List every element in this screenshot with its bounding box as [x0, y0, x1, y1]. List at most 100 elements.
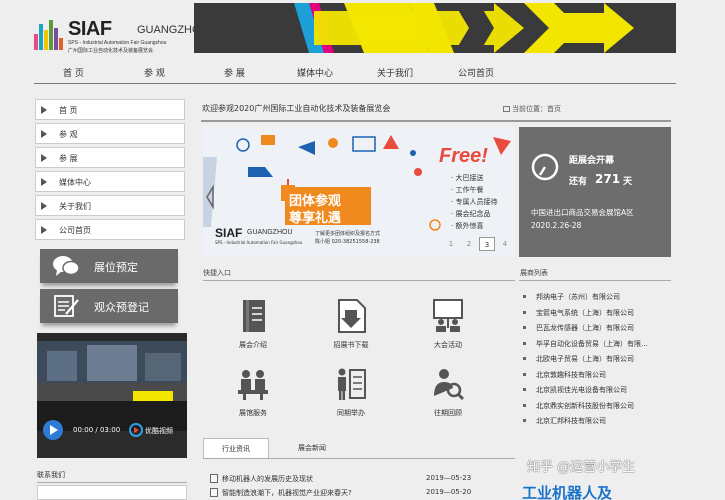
- exhibitor-list-item[interactable]: 北京凯视佳光电设备有限公司: [522, 383, 672, 398]
- countdown-panel: 距展会开幕 还有 271 天 中国进出口商品交易会展馆A区 2020.2.26-…: [519, 127, 671, 257]
- tab-industry-news[interactable]: 行业资讯: [203, 438, 269, 458]
- quick-link-label: 展馆服务: [239, 409, 267, 417]
- visitor-registration-label: 观众预登记: [94, 301, 149, 314]
- siaf-logo[interactable]: SIAF GUANGZHOU SPS - Industrial Automati…: [34, 18, 209, 56]
- countdown-dates: 2020.2.26-28: [531, 221, 582, 230]
- divider: [203, 458, 515, 459]
- divider: [201, 120, 671, 122]
- countdown-venue: 中国进出口商品交易会展馆A区: [531, 208, 634, 217]
- arrow-right-icon: [41, 178, 47, 186]
- news-list-item[interactable]: 移动机器人的发展历史及现状 2019—05-23: [210, 472, 478, 486]
- quick-link-label: 大会活动: [434, 341, 462, 349]
- booth-booking-button[interactable]: 展位预定: [40, 249, 178, 283]
- exhibitor-name: 北京敦趣科技有限公司: [536, 371, 606, 379]
- nav-exhibit[interactable]: 参 展: [224, 66, 245, 79]
- countdown-unit: 天: [623, 177, 633, 187]
- clock-icon: [531, 153, 559, 181]
- breadcrumb-label: 当前位置：: [512, 105, 547, 113]
- sidebar-item-label: 媒体中心: [59, 178, 91, 187]
- exhibitor-list-item[interactable]: 北京敦趣科技有限公司: [522, 368, 672, 383]
- quick-link-download[interactable]: 招展书下载: [316, 298, 386, 360]
- news-date: 2019—05-23: [426, 474, 472, 482]
- chat-bubbles-icon: [53, 256, 80, 276]
- news-title: 智能制造浪潮下，机器视觉产业迎来春天?: [222, 489, 352, 497]
- divider: [519, 280, 671, 281]
- quick-link-label: 展会介绍: [239, 341, 267, 349]
- tab-label: 展会新闻: [298, 444, 326, 452]
- exhibitor-name: 北京汇邦科技有限公司: [536, 417, 606, 425]
- arrow-right-icon: [41, 130, 47, 138]
- exhibitor-list-item[interactable]: 北京鼎实创新科技股份有限公司: [522, 399, 672, 414]
- sidebar-item-exhibit[interactable]: 参 展: [35, 147, 185, 168]
- countdown-prefix: 还有: [569, 177, 588, 187]
- video-brand: 优酷视频: [145, 427, 173, 435]
- exhibitor-name: 宝箭电气系统（上海）有限公司: [536, 309, 634, 317]
- news-title: 移动机器人的发展历史及现状: [222, 475, 313, 483]
- nav-media-center[interactable]: 媒体中心: [297, 66, 333, 79]
- play-icon[interactable]: [42, 419, 64, 441]
- sidebar-item-label: 关于我们: [59, 202, 91, 211]
- slider-perk: · 额外惊喜: [451, 222, 484, 230]
- exhibitor-list-item[interactable]: 北欧电子贸易（上海）有限公司: [522, 352, 672, 367]
- document-icon: [210, 488, 218, 497]
- grid-icon: [503, 106, 510, 112]
- sidebar-item-home[interactable]: 首 页: [35, 99, 185, 120]
- exhibitor-list-item[interactable]: 毕孚自动化设备贸易（上海）有限...: [522, 337, 672, 352]
- nav-company-home[interactable]: 公司首页: [458, 66, 494, 79]
- sidebar-item-media[interactable]: 媒体中心: [35, 171, 185, 192]
- quick-link-intro[interactable]: 展会介绍: [218, 298, 288, 360]
- presentation-icon: [433, 299, 463, 332]
- banner-arrow-graphic: [194, 3, 676, 53]
- promo-headline[interactable]: 工业机器人及: [522, 482, 612, 500]
- breadcrumb-home-link[interactable]: 首页: [547, 105, 561, 113]
- download-document-icon: [338, 299, 366, 333]
- arrow-right-icon: [41, 106, 47, 114]
- watermark: 知乎 @运营小学生: [527, 460, 636, 475]
- exhibitor-list-item[interactable]: 宝箭电气系统（上海）有限公司: [522, 306, 672, 321]
- quick-link-venue-service[interactable]: 展馆服务: [218, 366, 288, 428]
- nav-visit[interactable]: 参 观: [144, 66, 165, 79]
- news-list-item[interactable]: 智能制造浪潮下，机器视觉产业迎来春天? 2019—05-20: [210, 486, 478, 500]
- visitor-registration-button[interactable]: 观众预登记: [40, 289, 178, 323]
- slider-contact-1: 了解更多团体组织及报名方式: [315, 231, 381, 237]
- concurrent-events-icon: [338, 368, 366, 400]
- divider: [203, 280, 515, 281]
- exhibitor-list-item[interactable]: 邦纳电子（苏州）有限公司: [522, 290, 672, 305]
- tab-label: 行业资讯: [222, 445, 250, 453]
- review-search-icon: [434, 369, 465, 401]
- quick-link-events[interactable]: 大会活动: [413, 298, 483, 360]
- slider-page-3[interactable]: 3: [479, 237, 495, 251]
- bullet-icon: [523, 388, 526, 391]
- slider-page-2[interactable]: 2: [461, 237, 477, 251]
- quick-link-review[interactable]: 往期回顾: [413, 366, 483, 428]
- exhibitor-name: 巴瓦龙传感器（上海）有限公司: [536, 324, 634, 332]
- bullet-icon: [523, 342, 526, 345]
- exhibitor-list-item[interactable]: 北京汇邦科技有限公司: [522, 414, 672, 429]
- sidebar-item-about[interactable]: 关于我们: [35, 195, 185, 216]
- video-time: 00:00 / 03:00: [73, 426, 121, 434]
- bullet-icon: [523, 419, 526, 422]
- contact-panel: [37, 485, 187, 500]
- exhibitor-name: 毕孚自动化设备贸易（上海）有限...: [536, 340, 648, 348]
- document-icon: [210, 474, 218, 483]
- exhibitor-list-item[interactable]: 巴瓦龙传感器（上海）有限公司: [522, 321, 672, 336]
- nav-home[interactable]: 首 页: [63, 66, 84, 79]
- nav-about-us[interactable]: 关于我们: [377, 66, 413, 79]
- slider-logo-city: GUANGZHOU: [247, 229, 293, 236]
- logo-subtitle-en: SPS - Industrial Automation Fair Guangzh…: [68, 40, 167, 46]
- promo-slider[interactable]: 团体参观 尊享礼遇 Free! · 大巴接送 · 工作午餐 · 专属人员接待 ·…: [203, 127, 515, 257]
- sidebar-item-company[interactable]: 公司首页: [35, 219, 185, 240]
- exhibitor-name: 北京鼎实创新科技股份有限公司: [536, 402, 634, 410]
- slider-contact-2: 陈小姐 020-38251558-238: [315, 239, 380, 245]
- slider-pagination: 1 2 3 4: [443, 237, 515, 251]
- slider-page-1[interactable]: 1: [443, 237, 459, 251]
- slider-perk: · 工作午餐: [451, 186, 484, 194]
- tab-fair-news[interactable]: 展会新闻: [279, 438, 345, 458]
- sidebar-item-visit[interactable]: 参 观: [35, 123, 185, 144]
- quick-link-concurrent[interactable]: 同期举办: [316, 366, 386, 428]
- slider-page-4[interactable]: 4: [497, 237, 513, 251]
- logo-siaf-text: SIAF: [68, 18, 112, 40]
- arrow-right-icon: [41, 226, 47, 234]
- video-player[interactable]: 00:00 / 03:00 优酷视频: [37, 333, 187, 458]
- quick-link-label: 同期举办: [337, 409, 365, 417]
